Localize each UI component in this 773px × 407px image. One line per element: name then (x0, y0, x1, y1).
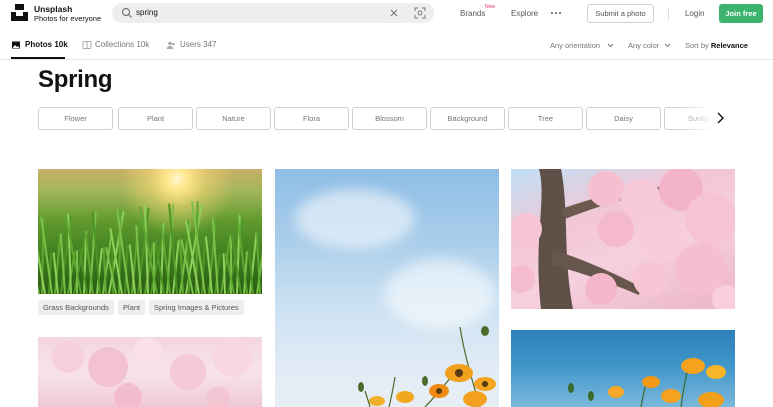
users-icon (166, 41, 175, 49)
tab-collections[interactable]: Collections 10k (95, 40, 149, 49)
chip-background[interactable]: Background (430, 107, 505, 130)
chevron-down-icon (607, 43, 614, 48)
search-tabs-bar: Photos 10k Collections 10k Users 347 Any… (0, 30, 773, 60)
brand-tagline: Photos for everyone (34, 14, 102, 23)
orange-flowers-graphic (568, 357, 726, 407)
photo-orange-flowers[interactable] (511, 330, 735, 407)
sort-prefix: Sort by (685, 41, 709, 50)
tab-users[interactable]: Users 347 (180, 40, 216, 49)
search-input[interactable]: spring (136, 8, 158, 17)
tag-plant[interactable]: Plant (118, 300, 146, 315)
chip-flora[interactable]: Flora (274, 107, 349, 130)
brand-name[interactable]: Unsplash (34, 4, 72, 14)
search-bar[interactable]: spring (112, 3, 434, 23)
chip-tree[interactable]: Tree (508, 107, 583, 130)
photo-cherry-tree[interactable] (511, 169, 735, 309)
chevron-down-icon (664, 43, 671, 48)
chip-nature[interactable]: Nature (196, 107, 271, 130)
chevron-down-icon (741, 43, 748, 48)
chip-flower[interactable]: Flower (38, 107, 113, 130)
chip-daisy[interactable]: Daisy (586, 107, 661, 130)
clear-search-icon[interactable] (389, 8, 399, 18)
submit-photo-button[interactable]: Submit a photo (587, 4, 654, 23)
active-tab-indicator (11, 57, 65, 59)
photos-icon (12, 41, 20, 49)
visual-search-icon[interactable] (414, 7, 426, 19)
photo-grass[interactable] (38, 169, 262, 294)
photo-blossom-branch[interactable] (38, 337, 262, 407)
top-header: Unsplash Photos for everyone spring Bran… (0, 0, 773, 28)
related-searches: Flower Plant Nature Flora Blossom Backgr… (38, 107, 728, 131)
unsplash-logo-icon[interactable] (11, 4, 28, 21)
collections-icon (82, 41, 92, 49)
tag-grass-backgrounds[interactable]: Grass Backgrounds (38, 300, 114, 315)
nav-brands-link[interactable]: Brands (460, 9, 485, 18)
sort-filter[interactable]: Sort by Relevance (685, 41, 748, 50)
chip-plant[interactable]: Plant (118, 107, 193, 130)
tag-spring-images[interactable]: Spring Images & Pictures (149, 300, 244, 315)
orientation-filter[interactable]: Any orientation (550, 41, 600, 50)
more-dots-icon[interactable] (550, 9, 562, 17)
photo-sky-flowers[interactable] (275, 169, 499, 407)
blossom-branch-graphic (52, 337, 253, 407)
wildflowers-graphic (358, 326, 496, 407)
new-badge: New (485, 4, 496, 10)
nav-explore-link[interactable]: Explore (511, 9, 538, 18)
chip-blossom[interactable]: Blossom (352, 107, 427, 130)
search-icon[interactable] (121, 7, 133, 19)
color-filter[interactable]: Any color (628, 41, 659, 50)
cherry-tree-graphic (511, 169, 735, 309)
join-free-button[interactable]: Join free (719, 4, 763, 23)
header-divider (668, 7, 669, 20)
login-link[interactable]: Login (685, 9, 705, 18)
chevron-right-icon[interactable] (715, 112, 725, 124)
tab-photos[interactable]: Photos 10k (25, 40, 68, 49)
page-title: Spring (38, 66, 113, 93)
